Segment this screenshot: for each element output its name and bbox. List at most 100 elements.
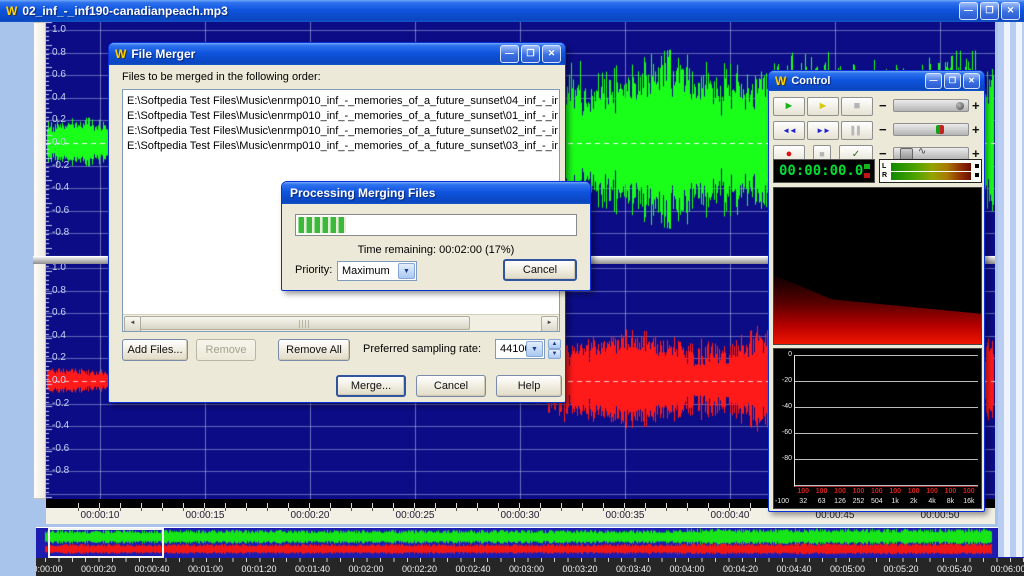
remove-all-button[interactable]: Remove All xyxy=(278,339,350,361)
rate-spin-up[interactable]: ▲ xyxy=(548,339,561,349)
overview-waveform[interactable] xyxy=(36,528,1024,556)
db-label: -80 xyxy=(774,455,792,463)
amplitude-label: -0.4 xyxy=(52,421,69,431)
file-list-item[interactable]: E:\Softpedia Test Files\Music\enrmp010_i… xyxy=(124,124,558,139)
cancel-button[interactable]: Cancel xyxy=(416,375,486,397)
overview-time-label: 00:04:20 xyxy=(713,564,769,574)
close-icon[interactable]: ✕ xyxy=(963,73,980,89)
progress-title-bar[interactable]: Processing Merging Files xyxy=(282,182,590,204)
volume-minus[interactable]: − xyxy=(879,98,887,114)
document-title-bar[interactable]: W 02_inf_-_inf190-canadianpeach.mp3 — ❐ … xyxy=(0,0,1024,22)
freq-label: 1k xyxy=(886,497,904,506)
play-selection-button[interactable]: ► xyxy=(807,97,839,116)
add-files-button[interactable]: Add Files... xyxy=(122,339,188,361)
stop-button[interactable]: ■ xyxy=(841,97,873,116)
maximize-icon[interactable]: ❐ xyxy=(980,2,999,20)
control-window: W Control — ❐ ✕ ► ► ■ ◄◄ ►► ▌▌ ● ■ ✓ − + xyxy=(768,70,985,512)
amplitude-label: -0.4 xyxy=(52,183,69,193)
amplitude-label: 0.0 xyxy=(52,376,66,386)
volume-plus[interactable]: + xyxy=(972,98,980,114)
amplitude-label: 0.2 xyxy=(52,115,66,125)
meter-left-label: L xyxy=(882,163,886,171)
balance-slider[interactable] xyxy=(893,123,969,136)
amplitude-label: 0.6 xyxy=(52,308,66,318)
freq-label: 16k xyxy=(960,497,978,506)
file-list-item[interactable]: E:\Softpedia Test Files\Music\enrmp010_i… xyxy=(124,94,558,109)
balance-minus[interactable]: − xyxy=(879,122,887,138)
band-value: 100 xyxy=(794,487,812,496)
amplitude-label: -0.8 xyxy=(52,228,69,238)
merger-instruction: Files to be merged in the following orde… xyxy=(122,71,321,83)
rate-spin-down[interactable]: ▼ xyxy=(548,349,561,359)
time-label: 00:00:20 xyxy=(278,510,342,521)
scrollbar-thumb[interactable] xyxy=(140,316,470,330)
window-controls: — ❐ ✕ xyxy=(500,45,561,63)
close-icon[interactable]: ✕ xyxy=(542,45,561,63)
file-list-item[interactable]: E:\Softpedia Test Files\Music\enrmp010_i… xyxy=(124,139,558,154)
analyzer-db-floor: -100 xyxy=(774,497,794,506)
balance-marker-icon[interactable] xyxy=(936,125,944,134)
minimize-icon[interactable]: — xyxy=(500,45,519,63)
priority-combo[interactable]: Maximum ▼ xyxy=(337,261,417,281)
volume-slider[interactable] xyxy=(893,99,969,112)
amplitude-label: -0.2 xyxy=(52,161,69,171)
minimize-icon[interactable]: — xyxy=(959,2,978,20)
document-title: 02_inf_-_inf190-canadianpeach.mp3 xyxy=(22,4,227,18)
amplitude-label: -0.6 xyxy=(52,444,69,454)
amplitude-label: 0.8 xyxy=(52,48,66,58)
overview-selection[interactable] xyxy=(48,528,164,558)
progress-fill xyxy=(298,217,346,233)
overview-time-label: 00:03:20 xyxy=(552,564,608,574)
play-led xyxy=(864,164,870,169)
freq-label: 504 xyxy=(868,497,886,506)
play-button[interactable]: ► xyxy=(773,97,805,116)
time-label: 00:00:40 xyxy=(698,510,762,521)
maximize-icon[interactable]: ❐ xyxy=(944,73,961,89)
db-label: -60 xyxy=(774,429,792,437)
band-value: 100 xyxy=(849,487,867,496)
scroll-left-icon[interactable]: ◄ xyxy=(124,316,141,332)
pause-button[interactable]: ▌▌ xyxy=(841,121,873,140)
remove-button[interactable]: Remove xyxy=(196,339,256,361)
band-value: 100 xyxy=(941,487,959,496)
time-label: 00:00:15 xyxy=(173,510,237,521)
overview-time-ruler[interactable]: 00:00:0000:00:2000:00:4000:01:0000:01:20… xyxy=(36,558,1024,576)
combo-arrow-icon[interactable]: ▼ xyxy=(398,263,415,279)
close-icon[interactable]: ✕ xyxy=(1001,2,1020,20)
time-label: 00:00:25 xyxy=(383,510,447,521)
maximize-icon[interactable]: ❐ xyxy=(521,45,540,63)
level-meter: L R xyxy=(879,159,982,183)
file-list-item[interactable]: E:\Softpedia Test Files\Music\enrmp010_i… xyxy=(124,109,558,124)
sampling-rate-combo[interactable]: 44100 ▼ xyxy=(495,339,545,359)
horizontal-scrollbar[interactable]: ◄ ► xyxy=(123,314,559,331)
control-body: ► ► ■ ◄◄ ►► ▌▌ ● ■ ✓ − + − + − ∿ xyxy=(771,91,982,509)
desktop-background: W 02_inf_-_inf190-canadianpeach.mp3 — ❐ … xyxy=(0,0,1024,576)
progress-cancel-button[interactable]: Cancel xyxy=(503,259,577,281)
fast-forward-button[interactable]: ►► xyxy=(807,121,839,140)
meter-left-bar xyxy=(891,163,971,171)
freq-label: 4k xyxy=(923,497,941,506)
meter-peak-dot xyxy=(975,173,979,177)
merger-title-bar[interactable]: W File Merger — ❐ ✕ xyxy=(109,43,565,65)
minimize-icon[interactable]: — xyxy=(925,73,942,89)
band-value: 100 xyxy=(923,487,941,496)
progress-body: Time remaining: 00:02:00 (17%) Priority:… xyxy=(285,204,587,287)
control-title-bar[interactable]: W Control — ❐ ✕ xyxy=(769,71,984,91)
rewind-button[interactable]: ◄◄ xyxy=(773,121,805,140)
balance-plus[interactable]: + xyxy=(972,122,980,138)
help-button[interactable]: Help xyxy=(496,375,562,397)
volume-knob-icon[interactable] xyxy=(956,102,964,110)
db-label: -20 xyxy=(774,377,792,385)
progress-bar xyxy=(295,214,577,236)
overview-time-label: 00:01:20 xyxy=(231,564,287,574)
db-label: -40 xyxy=(774,403,792,411)
overview-bar[interactable] xyxy=(36,527,1024,559)
merge-button[interactable]: Merge... xyxy=(336,375,406,397)
band-value: 100 xyxy=(812,487,830,496)
scroll-right-icon[interactable]: ► xyxy=(541,316,558,332)
combo-arrow-icon[interactable]: ▼ xyxy=(526,341,543,357)
overview-time-label: 00:00:20 xyxy=(71,564,127,574)
band-value: 100 xyxy=(868,487,886,496)
amplitude-label: 1.0 xyxy=(52,263,66,273)
amplitude-label: 0.4 xyxy=(52,93,66,103)
